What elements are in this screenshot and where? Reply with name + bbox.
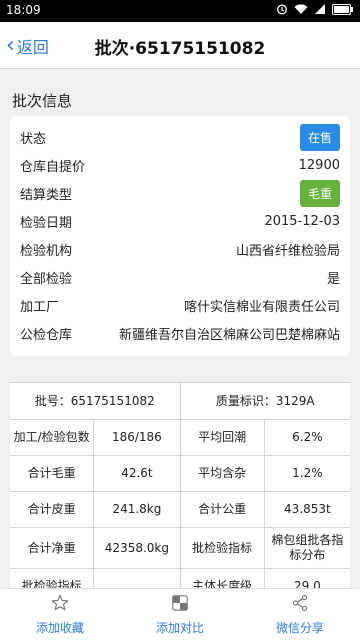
batch-info-card: 状态 在售 仓库自提价 12900 结算类型 毛重 检验日期 2015-12-0… [10,116,350,356]
table-row: 加工/检验包数 186/186 平均回潮 6.2% [10,420,350,456]
table-label: 合计净重 [10,528,95,568]
info-value: 山西省纤维检验局 [235,243,340,259]
info-label: 全部检验 [20,271,73,287]
status-time: 18:09 [6,3,41,17]
star-icon [51,594,69,619]
table-label: 合计公重 [181,492,265,527]
info-value: 喀什实信棉业有限责任公司 [183,299,340,315]
share-icon [291,594,309,619]
info-row-factory: 加工厂 喀什实信棉业有限责任公司 [20,292,340,318]
batch-number-cell: 批号：65175151082 [10,383,181,419]
wifi-icon [294,3,308,18]
quality-mark-cell: 质量标识：3129A [215,393,315,408]
table-row: 合计皮重 241.8kg 合计公重 43.853t [10,492,350,528]
page-title: 批次·65175151082 [94,39,266,59]
info-label: 加工厂 [20,299,60,315]
add-compare-button[interactable]: 添加对比 [120,589,240,641]
table-label: 加工/检验包数 [10,420,95,455]
signal-icon [314,3,326,18]
info-value: 2015-12-03 [264,213,340,229]
status-badge: 在售 [299,123,340,151]
compare-icon [171,594,189,619]
table-value: 241.8kg [94,492,181,527]
table-label: 批检验指标 [181,528,265,568]
table-value: 棉包组批各指标分布 [271,533,344,562]
wechat-share-button[interactable]: 微信分享 [240,589,360,641]
info-value: 新疆维吾尔自治区棉麻公司巴楚棉麻站 [118,327,340,343]
table-label: 批检验指标 [10,569,95,589]
table-value: 6.2% [292,430,323,444]
nav-header: ‹ 返回 批次·65175151082 [0,22,360,69]
info-row-price: 仓库自提价 12900 [20,152,340,178]
table-header-row: 批号：65175151082 质量标识：3129A [10,383,350,420]
table-value: 29.0 [294,579,321,589]
info-label: 结算类型 [20,187,73,203]
info-row-warehouse: 公检仓库 新疆维吾尔自治区棉麻公司巴楚棉麻站 [20,320,340,346]
add-favorite-button[interactable]: 添加收藏 [0,589,120,641]
add-favorite-label: 添加收藏 [35,621,84,635]
settlement-badge: 毛重 [299,179,340,207]
table-label: 合计毛重 [10,456,95,491]
info-row-full-inspection: 全部检验 是 [20,264,340,290]
info-label: 检验机构 [20,243,73,259]
alarm-icon [276,3,288,18]
battery-icon [332,3,354,18]
table-value: 42.6t [94,456,181,491]
info-value: 是 [326,271,340,287]
section-title: 批次信息 [12,92,73,110]
table-value: 42358.0kg [94,528,181,568]
status-bar: 18:09 [0,0,360,22]
table-label: 平均回潮 [181,420,265,455]
wechat-share-label: 微信分享 [275,621,324,635]
table-row: 批检验指标 主体长度级 29.0 [10,569,350,589]
table-value: 43.853t [284,502,331,516]
table-label: 合计皮重 [10,492,95,527]
info-label: 公检仓库 [20,327,73,343]
table-value: 186/186 [94,420,181,455]
bottom-action-bar: 添加收藏 添加对比 微信分享 [0,588,360,641]
add-compare-label: 添加对比 [155,621,204,635]
info-label: 仓库自提价 [20,159,86,175]
info-row-date: 检验日期 2015-12-03 [20,208,340,234]
table-label: 平均含杂 [181,456,265,491]
table-row: 合计净重 42358.0kg 批检验指标 棉包组批各指标分布 [10,528,350,569]
status-icons [276,3,354,18]
table-label: 主体长度级 [181,569,265,589]
info-label: 状态 [20,131,47,147]
info-row-settlement: 结算类型 毛重 [20,179,340,207]
info-row-agency: 检验机构 山西省纤维检验局 [20,236,340,262]
info-label: 检验日期 [20,215,73,231]
table-row: 合计毛重 42.6t 平均含杂 1.2% [10,456,350,492]
detail-table: 批号：65175151082 质量标识：3129A 加工/检验包数 186/18… [10,382,350,589]
info-row-status: 状态 在售 [20,123,340,151]
table-value: 1.2% [292,466,323,480]
info-value: 12900 [298,157,340,173]
table-value [94,569,181,589]
